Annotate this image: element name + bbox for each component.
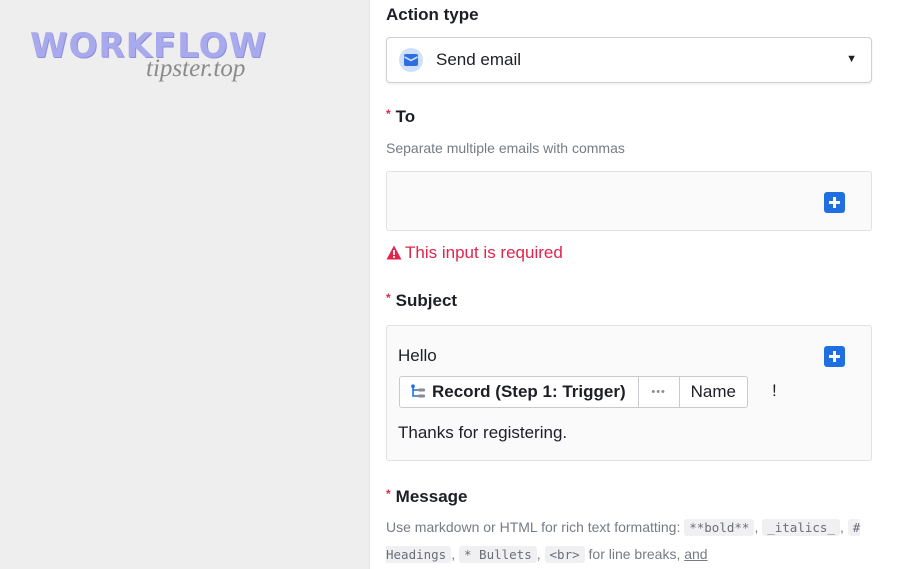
action-type-value: Send email (436, 50, 522, 69)
subject-line-1: Hello (398, 346, 437, 365)
to-help-text: Separate multiple emails with commas (386, 140, 625, 156)
chevron-down-icon: ▼ (846, 53, 857, 65)
subject-trailing-text: ! (772, 381, 777, 400)
token-record-segment[interactable]: Record (Step 1: Trigger) (400, 377, 639, 407)
help-link[interactable]: and (684, 546, 707, 562)
watermark-subtitle: tipster.top (146, 55, 246, 82)
required-asterisk: * (386, 291, 391, 305)
to-input[interactable] (386, 171, 872, 231)
subject-insert-variable-button[interactable] (824, 346, 845, 367)
to-label: * To (386, 107, 416, 126)
token-field-name[interactable]: Name (680, 377, 747, 407)
warning-icon (386, 245, 402, 260)
panel-divider (369, 0, 370, 569)
mail-icon (399, 48, 423, 72)
subject-label: * Subject (386, 291, 458, 310)
message-label: * Message (386, 487, 468, 506)
action-type-label: Action type (386, 5, 479, 24)
hierarchy-icon (411, 384, 425, 398)
token-more-icon[interactable]: ••• (639, 377, 680, 407)
subject-line-3: Thanks for registering. (398, 423, 568, 442)
required-asterisk: * (386, 487, 391, 501)
required-asterisk: * (386, 107, 391, 121)
left-panel: WORKFLOW tipster.top (0, 0, 369, 569)
message-help-text: Use markdown or HTML for rich text forma… (386, 519, 861, 563)
to-error-message: This input is required (386, 243, 563, 263)
code-italics: _italics_ (762, 519, 840, 536)
code-bold: **bold** (684, 519, 755, 536)
action-type-select[interactable]: Send email ▼ (386, 37, 872, 83)
to-insert-variable-button[interactable] (824, 192, 845, 213)
subject-input[interactable]: Hello Record (Step 1: Trigger) ••• Name … (386, 325, 872, 461)
record-field-token[interactable]: Record (Step 1: Trigger) ••• Name (399, 376, 748, 408)
code-bullets: * Bullets (459, 546, 537, 563)
code-br: <br> (544, 546, 585, 563)
